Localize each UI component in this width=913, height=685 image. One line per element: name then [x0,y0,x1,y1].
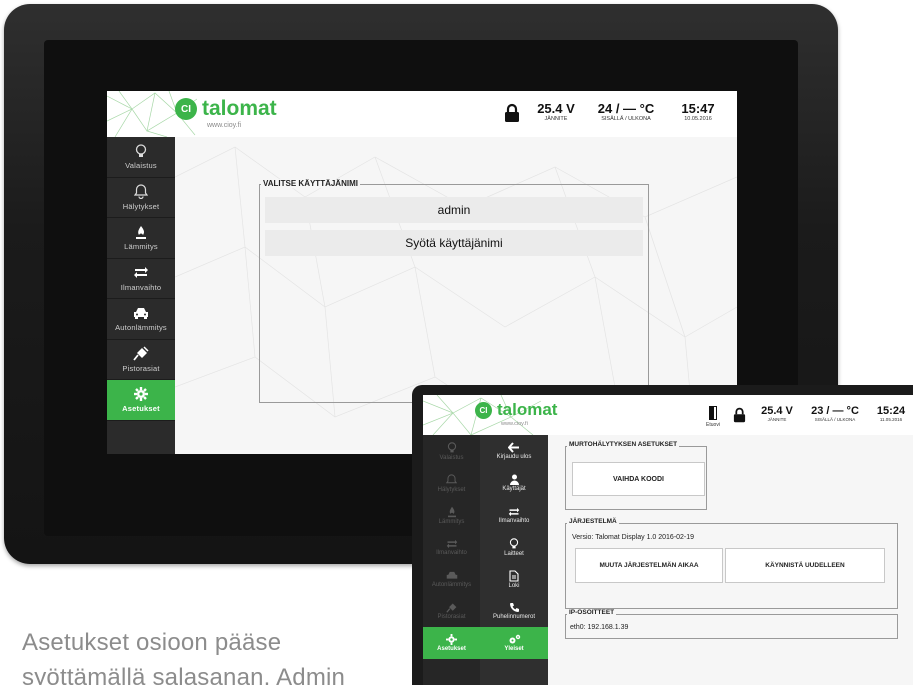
logo-name: talomat [202,97,277,120]
restart-button[interactable]: KÄYNNISTÄ UUDELLEEN [725,548,885,583]
sidebar-item-pistorasiat[interactable]: Pistorasiat [107,340,175,380]
lock-icon[interactable] [733,407,746,423]
marketing-image: CI talomat www.cioy.fi 25.4 V JÄNNITE 24… [0,0,913,685]
gear-icon [446,634,457,645]
talomat-logo: CI talomat [175,97,277,121]
tablet-screen: CI talomat www.cioy.fi Etuovi 25.4 V JÄN… [423,395,913,685]
user-icon [509,474,519,485]
username-legend: VALITSE KÄYTTÄJÄNIMI [261,179,360,188]
document-icon [509,569,519,582]
sidebar: Valaistus Hälytykset Lämmitys Ilmanvaiht… [107,137,175,454]
logo-url: www.cioy.fi [207,122,242,129]
sidebar-item-autonlammitys[interactable]: Autonlämmitys [107,299,175,340]
tablet-main-content: MURTOHÄLYTYKSEN ASETUKSET VAIHDA KOODI J… [548,435,913,685]
tablet-subitem-yleiset[interactable]: Yleiset [480,627,548,659]
eth0-address: eth0: 192.168.1.39 [570,624,629,631]
bulb-icon [133,143,149,159]
door-icon[interactable] [708,405,718,421]
temperature-readout: 23 / — °C SISÄLLÄ / ULKONA [811,405,859,422]
gears-icon [509,634,520,644]
logo-name: talomat [497,400,558,419]
plug-icon [133,346,149,362]
tablet-subitem-puhelinnumerot[interactable]: Puhelinnumerot [480,595,548,627]
voltage-readout: 25.4 V JÄNNITE [761,405,793,422]
tablet-sidebar-item-asetukset[interactable]: Asetukset [423,627,480,659]
sidebar-item-halytykset[interactable]: Hälytykset [107,178,175,218]
enter-username-button[interactable]: Syötä käyttäjänimi [265,230,643,256]
voltage-readout: 25.4 V JÄNNITE [537,101,575,122]
tablet-sidebar-item-autonlammitys[interactable]: Autonlämmitys [423,563,480,595]
user-admin-button[interactable]: admin [265,197,643,223]
header-bar: CI talomat www.cioy.fi 25.4 V JÄNNITE 24… [107,91,737,137]
plug-icon [445,603,456,613]
tablet-sidebar-item-valaistus[interactable]: Valaistus [423,435,480,467]
cycle-icon [508,507,520,516]
lock-icon[interactable] [504,103,520,123]
tablet-sidebar-item-lammitys[interactable]: Lämmitys [423,499,480,531]
alarm-legend: MURTOHÄLYTYKSEN ASETUKSET [567,441,680,448]
phone-icon [509,603,519,612]
cycle-icon [133,265,149,281]
bell-icon [446,473,457,483]
sidebar-item-valaistus[interactable]: Valaistus [107,137,175,178]
bulb-icon [447,441,456,452]
flame-icon [447,506,456,517]
sidebar-item-ilmanvaihto[interactable]: Ilmanvaihto [107,259,175,299]
change-system-time-button[interactable]: MUUTA JÄRJESTELMÄN AIKAA [575,548,723,583]
logo-url: www.cioy.fi [501,421,528,427]
tablet-sidebar-item-halytykset[interactable]: Hälytykset [423,467,480,499]
caption-line-1: Asetukset osioon pääse [22,629,282,656]
bell-icon [133,184,149,200]
gear-icon [133,386,149,402]
tablet-sidebar-sub: Kirjaudu ulos Käyttäjät Ilmanvaihto Lait… [480,435,548,685]
car-icon [133,305,149,321]
tablet-subitem-ilmanvaihto[interactable]: Ilmanvaihto [480,499,548,531]
tablet-sidebar-main: Valaistus Hälytykset Lämmitys Ilmanvaiht… [423,435,480,685]
car-icon [446,571,457,579]
temperature-readout: 24 / — °C SISÄLLÄ / ULKONA [597,101,655,122]
tablet-subitem-kirjaudu-ulos[interactable]: Kirjaudu ulos [480,435,548,467]
tablet-sidebar-item-ilmanvaihto[interactable]: Ilmanvaihto [423,531,480,563]
tablet-talomat-logo: CI talomat [475,400,557,420]
tablet-subitem-laitteet[interactable]: Laitteet [480,531,548,563]
flame-icon [133,224,149,240]
system-legend: JÄRJESTELMÄ [567,518,619,525]
caption-line-2: syöttämällä salasanan. Admin [22,664,346,685]
ci-logo-badge: CI [475,401,492,419]
ip-legend: IP-OSOITTEET [567,609,617,616]
change-code-button[interactable]: VAIHDA KOODI [572,462,705,496]
sidebar-item-asetukset[interactable]: Asetukset [107,380,175,421]
cycle-icon [446,539,457,548]
tablet-sidebar-item-pistorasiat[interactable]: Pistorasiat [423,595,480,627]
tablet-subitem-loki[interactable]: Loki [480,563,548,595]
sidebar-item-lammitys[interactable]: Lämmitys [107,218,175,259]
clock-readout: 15:24 11.05.2016 [876,405,906,422]
clock-readout: 15:47 10.05.2016 [681,101,715,122]
bulb-icon [509,537,519,548]
arrow-left-icon [508,442,519,453]
door-status: Etuovi [706,422,720,428]
tablet-subitem-kayttajat[interactable]: Käyttäjät [480,467,548,499]
tablet-header-bar: CI talomat www.cioy.fi Etuovi 25.4 V JÄN… [423,395,913,435]
ci-logo-badge: CI [175,98,197,120]
version-text: Versio: Talomat Display 1.0 2016-02-19 [572,534,695,541]
